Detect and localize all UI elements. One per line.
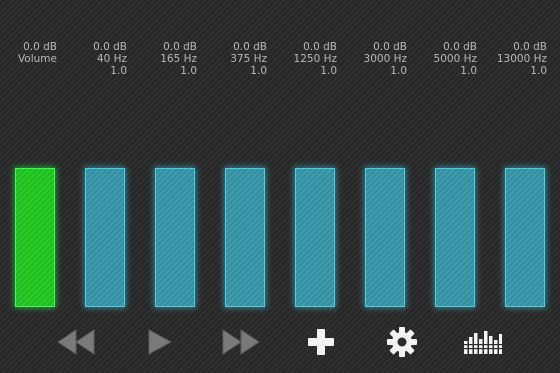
fast-forward-icon [222, 329, 260, 355]
rewind-button[interactable] [54, 324, 98, 360]
equalizer-button[interactable] [461, 324, 505, 360]
equalizer-icon [463, 331, 503, 354]
rewind-icon [57, 329, 95, 355]
gear-icon [387, 327, 417, 357]
plus-icon [308, 329, 334, 355]
volume-slider[interactable] [15, 168, 55, 307]
slider-bank [0, 0, 560, 320]
add-preset-button[interactable] [299, 324, 343, 360]
play-icon [148, 329, 173, 355]
band-slider-375hz[interactable] [225, 168, 265, 307]
settings-button[interactable] [380, 324, 424, 360]
band-slider-165hz[interactable] [155, 168, 195, 307]
transport-toolbar [0, 318, 560, 368]
band-slider-1250hz[interactable] [295, 168, 335, 307]
band-slider-13000hz[interactable] [505, 168, 545, 307]
band-slider-5000hz[interactable] [435, 168, 475, 307]
play-button[interactable] [137, 324, 181, 360]
band-slider-40hz[interactable] [85, 168, 125, 307]
band-slider-3000hz[interactable] [365, 168, 405, 307]
fast-forward-button[interactable] [219, 324, 263, 360]
